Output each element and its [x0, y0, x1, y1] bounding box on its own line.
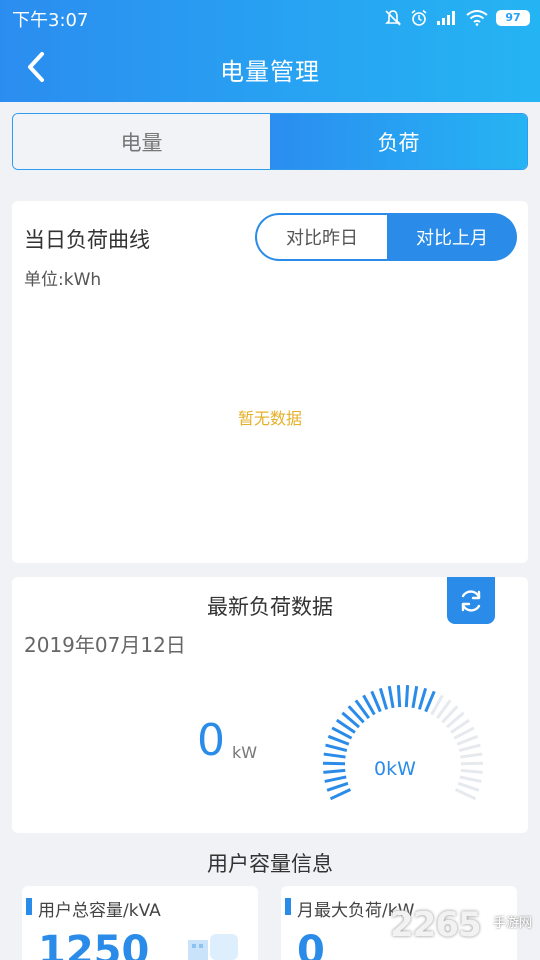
gauge-tick [456, 734, 479, 746]
gauge-tick [458, 743, 481, 753]
gauge-tick [454, 788, 477, 801]
mute-bell-icon [384, 9, 402, 27]
gauge-tick [378, 687, 389, 710]
compare-toggle: 对比昨日 对比上月 [255, 213, 517, 261]
gauge-label: 0kW [374, 758, 416, 780]
status-icons: 97 [384, 8, 530, 28]
alarm-icon [410, 9, 428, 27]
latest-load-card: 最新负荷数据 2019年07月12日 0 kW 0kW [12, 577, 528, 833]
wifi-icon [466, 10, 488, 26]
building-illustration-icon [188, 934, 238, 960]
compare-yesterday-button[interactable]: 对比昨日 [255, 213, 387, 261]
gauge-tick [327, 734, 350, 746]
load-gauge: 0kW [322, 685, 484, 801]
refresh-icon [461, 589, 481, 612]
gauge-tick [370, 690, 382, 713]
refresh-button[interactable] [447, 577, 495, 624]
gauge-tick [424, 690, 436, 713]
compare-last-month-button[interactable]: 对比上月 [387, 213, 517, 261]
status-bar: 下午3:07 97 [0, 0, 540, 34]
page-title: 电量管理 [220, 58, 320, 86]
signal-icon [436, 10, 458, 26]
load-curve-card: 当日负荷曲线 单位:kWh 对比昨日 对比上月 暂无数据 [12, 201, 528, 563]
latest-load-date: 2019年07月12日 [24, 633, 186, 657]
max-load-value: 0 [297, 928, 325, 960]
battery-icon: 97 [496, 10, 530, 26]
tab-bar: 电量 负荷 [12, 113, 528, 170]
gauge-tick [457, 781, 480, 792]
load-unit: kW [232, 743, 258, 762]
capacity-total-value: 1250 [38, 928, 150, 960]
load-value: 0 [197, 715, 225, 766]
label-marker [26, 898, 32, 915]
capacity-card-total: 用户总容量/kVA 1250 [22, 886, 258, 960]
tab-load[interactable]: 负荷 [270, 114, 527, 169]
gauge-tick [417, 687, 428, 710]
status-time: 下午3:07 [12, 10, 89, 31]
gauge-tick [460, 752, 483, 759]
load-curve-title: 当日负荷曲线 [24, 228, 150, 252]
gauge-tick [459, 775, 482, 783]
gauge-tick [323, 768, 346, 774]
watermark-subtext: 手游网 [493, 916, 533, 931]
gauge-tick [329, 788, 352, 801]
gauge-tick [324, 775, 347, 783]
gauge-tick [460, 768, 483, 774]
capacity-total-label: 用户总容量/kVA [38, 901, 161, 921]
gauge-tick [411, 685, 419, 709]
empty-state-text: 暂无数据 [237, 409, 302, 428]
gauge-tick [325, 743, 348, 753]
load-curve-unit: 单位:kWh [24, 270, 102, 290]
label-marker [285, 898, 291, 915]
gauge-tick [326, 781, 349, 792]
tab-electricity[interactable]: 电量 [13, 114, 270, 169]
gauge-tick [404, 685, 410, 708]
watermark-logo: 2265 [390, 905, 482, 945]
gauge-tick [387, 685, 395, 709]
gauge-tick [396, 685, 402, 708]
gauge-tick [323, 752, 346, 759]
capacity-section-title: 用户容量信息 [207, 852, 333, 876]
app-header: 下午3:07 97 电量管理 [0, 0, 540, 102]
